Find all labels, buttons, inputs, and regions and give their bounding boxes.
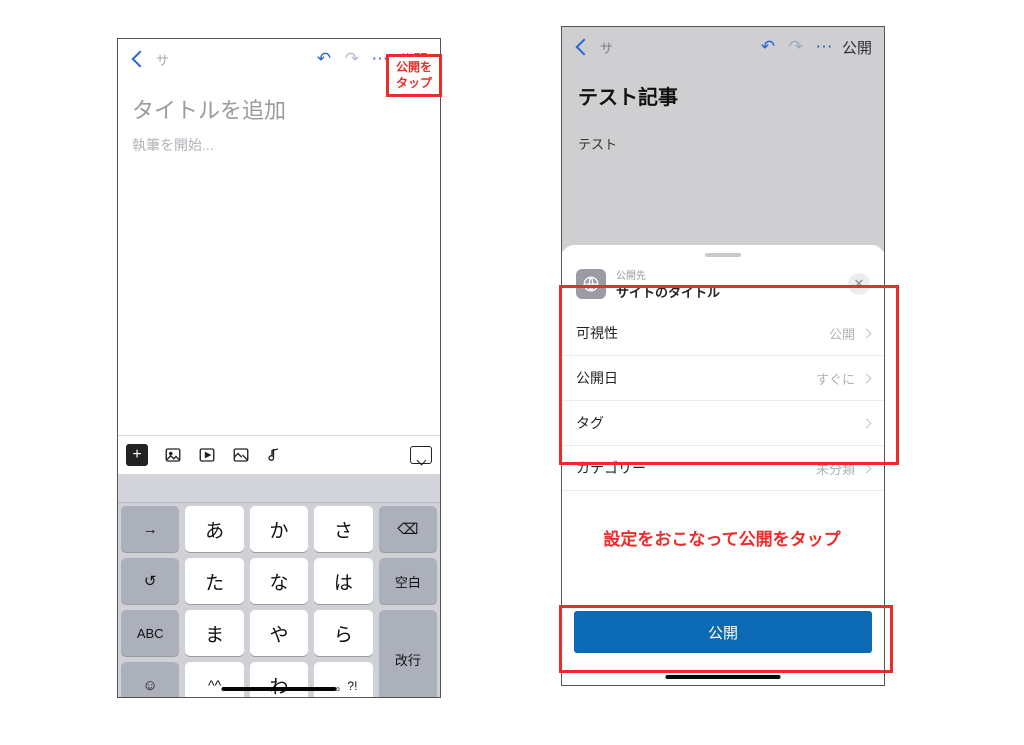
row-categories[interactable]: カテゴリー 未分類: [562, 446, 884, 491]
row-label: タグ: [576, 413, 604, 433]
row-label: 公開日: [576, 368, 618, 388]
kb-newline[interactable]: 改行: [379, 610, 437, 698]
audio-icon[interactable]: [266, 446, 284, 464]
kb-key[interactable]: →: [121, 506, 179, 552]
row-value: すぐに: [816, 369, 855, 388]
kb-space[interactable]: 空白: [379, 558, 437, 604]
callout-tap-publish: 公開を タップ: [386, 54, 442, 97]
add-block-button[interactable]: +: [126, 444, 148, 466]
sheet-header: 公開先 サイトのタイトル ✕: [562, 267, 884, 311]
row-visibility[interactable]: 可視性 公開: [562, 311, 884, 356]
destination-value: サイトのタイトル: [616, 282, 720, 301]
annotation-instruction: 設定をおこなって公開をタップ: [561, 525, 883, 550]
suggestion-bar: [118, 475, 440, 503]
sheet-handle[interactable]: [705, 253, 741, 257]
kb-key[interactable]: ↺: [121, 558, 179, 604]
undo-button[interactable]: ↶: [756, 37, 780, 57]
publish-link[interactable]: 公開: [840, 37, 874, 58]
undo-button[interactable]: ↶: [312, 49, 336, 69]
phone-publish-sheet: サ ↶ ↷ ⋯ 公開 テスト記事 テスト 公開先 サイトのタイトル ✕ 可視性 …: [561, 26, 885, 686]
chevron-right-icon: [862, 328, 872, 338]
chevron-right-icon: [862, 418, 872, 428]
home-indicator: [222, 687, 337, 691]
kb-key[interactable]: さ: [314, 506, 372, 552]
more-button[interactable]: ⋯: [812, 37, 836, 57]
format-toolbar: +: [118, 435, 440, 475]
close-sheet-button[interactable]: ✕: [848, 273, 870, 295]
destination-label: 公開先: [616, 267, 720, 282]
redo-button[interactable]: ↷: [784, 37, 808, 57]
post-body: テスト: [578, 134, 868, 153]
back-icon[interactable]: [132, 51, 149, 68]
back-icon[interactable]: [576, 39, 593, 56]
home-indicator: [666, 675, 781, 679]
kb-key[interactable]: は: [314, 558, 372, 604]
kb-backspace[interactable]: ⌫: [379, 506, 437, 552]
row-publish-date[interactable]: 公開日 すぐに: [562, 356, 884, 401]
publish-sheet: 公開先 サイトのタイトル ✕ 可視性 公開 公開日 すぐに タグ カテゴ: [562, 245, 884, 685]
phone-editor: サ ↶ ↷ ⋯ 公開 タイトルを追加 執筆を開始... + → あ か さ ⌫ …: [117, 38, 441, 698]
row-value: 未分類: [816, 459, 855, 478]
row-label: 可視性: [576, 323, 618, 343]
chevron-right-icon: [862, 373, 872, 383]
title-input[interactable]: タイトルを追加: [132, 93, 426, 125]
back-hint: サ: [156, 50, 169, 69]
kb-key[interactable]: や: [250, 610, 308, 656]
hide-keyboard-button[interactable]: [410, 446, 432, 464]
redo-button[interactable]: ↷: [340, 49, 364, 69]
gallery-icon[interactable]: [232, 446, 250, 464]
row-tags[interactable]: タグ: [562, 401, 884, 446]
editor-toolbar: サ ↶ ↷ ⋯ 公開: [562, 27, 884, 67]
body-input[interactable]: 執筆を開始...: [132, 135, 426, 155]
kb-key[interactable]: あ: [185, 506, 243, 552]
japanese-keyboard: → あ か さ ⌫ ↺ た な は 空白 ABC ま や ら 改行 ☺: [118, 475, 440, 697]
chevron-right-icon: [862, 463, 872, 473]
kb-key[interactable]: な: [250, 558, 308, 604]
kb-abc[interactable]: ABC: [121, 610, 179, 656]
kb-key[interactable]: ま: [185, 610, 243, 656]
row-value: 公開: [829, 324, 855, 343]
kb-key[interactable]: た: [185, 558, 243, 604]
kb-key[interactable]: か: [250, 506, 308, 552]
publish-button[interactable]: 公開: [574, 611, 872, 653]
site-icon: [576, 269, 606, 299]
video-icon[interactable]: [198, 446, 216, 464]
post-title: テスト記事: [578, 81, 868, 110]
row-label: カテゴリー: [576, 458, 646, 478]
back-hint: サ: [600, 38, 613, 57]
image-icon[interactable]: [164, 446, 182, 464]
dimmed-editor: テスト記事 テスト: [562, 67, 884, 251]
kb-key[interactable]: ら: [314, 610, 372, 656]
